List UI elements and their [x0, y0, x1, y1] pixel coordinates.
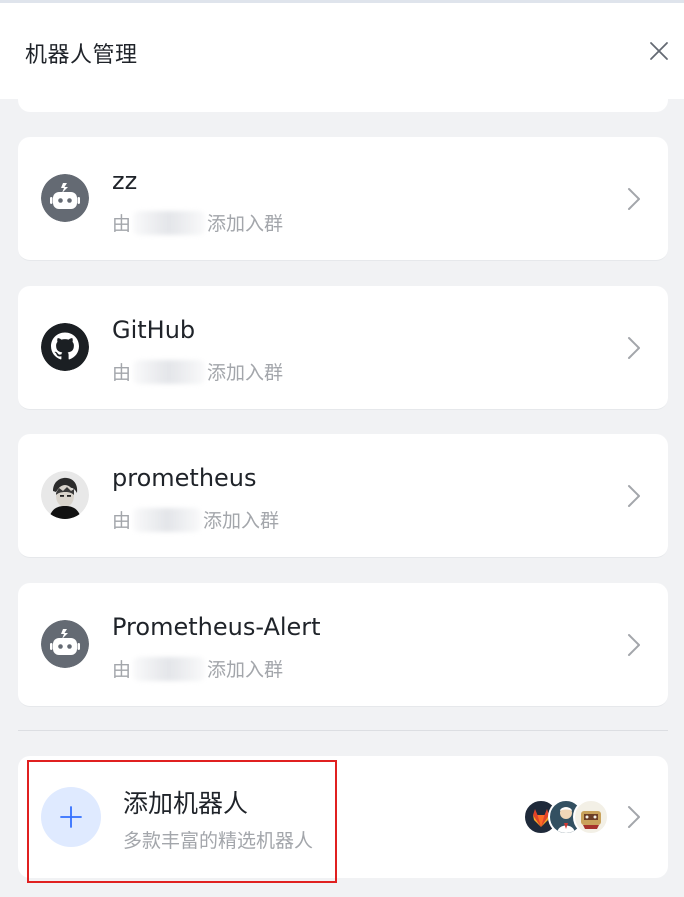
bot-name: zz [112, 167, 138, 195]
added-by-prefix: 由 [112, 213, 132, 235]
chevron-right-icon [628, 634, 640, 656]
bot-added-by: 由 添加入群 [112, 655, 283, 682]
bot-card-zz[interactable]: zz 由 添加入群 [18, 137, 668, 261]
chevron-right-icon [628, 337, 640, 359]
dialog-header: 机器人管理 [0, 3, 684, 99]
blurred-username [133, 656, 206, 681]
added-by-prefix: 由 [112, 659, 132, 681]
bot-card-prometheus-alert[interactable]: Prometheus-Alert 由 添加入群 [18, 583, 668, 707]
blurred-username [133, 210, 206, 235]
bot-added-by: 由 添加入群 [112, 506, 279, 533]
bot-added-by: 由 添加入群 [112, 209, 283, 236]
chevron-right-icon [628, 485, 640, 507]
bot-added-by: 由 添加入群 [112, 358, 283, 385]
dialog-title: 机器人管理 [25, 43, 138, 68]
bot-card-partial[interactable] [18, 90, 668, 112]
added-by-suffix: 添加入群 [203, 510, 280, 532]
close-icon [650, 42, 668, 60]
blurred-username [133, 507, 202, 532]
user-avatar [41, 471, 89, 519]
bot-name: GitHub [112, 316, 196, 344]
add-bot-button[interactable]: 添加机器人 多款丰富的精选机器人 [18, 756, 668, 878]
bot-card-github[interactable]: GitHub 由 添加入群 [18, 286, 668, 410]
chevron-right-icon [628, 806, 640, 828]
added-by-prefix: 由 [112, 510, 132, 532]
bot-name: Prometheus-Alert [112, 613, 321, 641]
added-by-suffix: 添加入群 [207, 362, 284, 384]
bot-card-prometheus[interactable]: prometheus 由 添加入群 [18, 434, 668, 558]
robot-icon [41, 174, 89, 222]
bot-name: prometheus [112, 464, 257, 492]
added-by-prefix: 由 [112, 362, 132, 384]
added-by-suffix: 添加入群 [207, 659, 284, 681]
added-by-suffix: 添加入群 [207, 213, 284, 235]
robot-icon [41, 620, 89, 668]
close-button[interactable] [647, 39, 671, 63]
jira-icon [573, 799, 609, 835]
chevron-right-icon [628, 188, 640, 210]
plus-icon [41, 787, 101, 847]
github-icon [41, 323, 89, 371]
section-divider [18, 730, 668, 731]
add-bot-title: 添加机器人 [123, 789, 249, 818]
blurred-username [133, 359, 206, 384]
add-bot-subtitle: 多款丰富的精选机器人 [123, 830, 314, 852]
